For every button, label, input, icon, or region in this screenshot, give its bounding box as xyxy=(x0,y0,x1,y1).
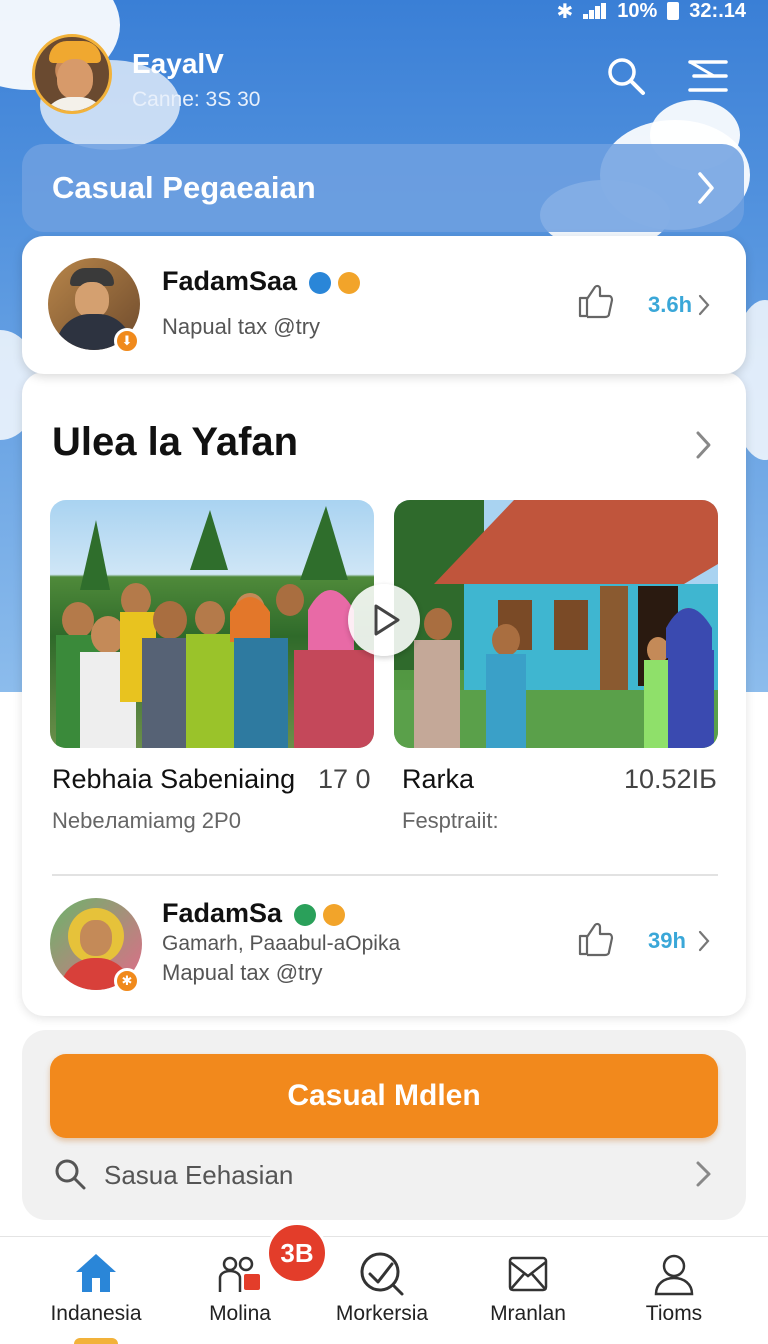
nav-label: Indanesia xyxy=(50,1302,142,1325)
signal-icon xyxy=(583,3,607,19)
video-thumbnail[interactable] xyxy=(394,500,718,748)
clock: 32:.14 xyxy=(689,0,746,22)
battery-icon xyxy=(667,2,680,20)
people-icon xyxy=(218,1256,260,1292)
nav-item-messages[interactable]: Mranlan xyxy=(458,1248,598,1338)
divider xyxy=(52,874,718,876)
avatar[interactable] xyxy=(32,34,112,114)
chevron-right-icon xyxy=(696,1161,711,1187)
chevron-right-icon xyxy=(698,294,710,316)
user-name: EayalV xyxy=(132,48,224,79)
promo-banner[interactable]: Casual Pegaeaian xyxy=(22,144,744,232)
group-photo xyxy=(56,506,374,748)
nav-item-profile[interactable]: Tioms xyxy=(604,1248,744,1338)
video-title[interactable]: Rebhaia Sabeniaing xyxy=(52,764,295,795)
nav-label: Molina xyxy=(209,1302,271,1325)
nav-label: Morkersia xyxy=(335,1302,429,1325)
nav-label: Tioms xyxy=(645,1302,703,1325)
nav-label: Mranlan xyxy=(490,1302,566,1325)
thumbs-up-icon[interactable] xyxy=(576,282,614,320)
video-thumbnail[interactable] xyxy=(50,500,374,748)
nav-item-home[interactable]: Indanesia xyxy=(26,1248,166,1338)
explore-icon xyxy=(360,1252,404,1296)
like-count[interactable]: 39h xyxy=(648,928,686,954)
verified-icon xyxy=(308,271,331,294)
user-subtitle: Canne: 3S 30 xyxy=(132,88,261,111)
like-count[interactable]: 3.6h xyxy=(648,292,692,318)
post-author: FadamSaa xyxy=(162,266,361,297)
status-bar: ✱ 10% 32:.14 xyxy=(556,0,746,23)
active-tab-indicator xyxy=(74,1338,118,1344)
house-photo xyxy=(394,500,718,748)
play-button[interactable] xyxy=(348,584,420,656)
bluetooth-icon: ✱ xyxy=(556,0,574,23)
post-card[interactable]: ⬇ FadamSaa Napual tax @try 3.6h xyxy=(22,236,746,374)
battery-percent: 10% xyxy=(617,0,658,22)
video-meta: 17 0 xyxy=(318,764,371,794)
video-title[interactable]: Rarka xyxy=(402,764,474,795)
post-author: FadamSa xyxy=(162,898,346,929)
thumbs-up-icon[interactable] xyxy=(576,920,614,958)
home-icon xyxy=(76,1254,116,1292)
search-input[interactable]: Sasua Eehasian xyxy=(104,1160,293,1191)
chevron-right-icon xyxy=(698,172,714,204)
post-author-name: FadamSa xyxy=(162,898,283,928)
section-title: Ulea la Yafan xyxy=(52,420,299,464)
section-more-chevron-icon[interactable] xyxy=(694,430,714,460)
badge-icon: ⬇ xyxy=(114,328,140,354)
search-icon[interactable] xyxy=(604,54,648,98)
post-line2: Mapual tax @try xyxy=(162,960,323,985)
nav-item-explore[interactable]: Morkersia xyxy=(312,1248,452,1338)
award-icon xyxy=(323,903,346,926)
badge-icon: ✱ xyxy=(114,968,140,994)
post-subtitle: Napual tax @try xyxy=(162,314,321,339)
video-subtitle: Fesptraiit: xyxy=(402,808,499,833)
search-icon xyxy=(55,1159,86,1190)
post-line1: Gamarh, Paaabul-aOpika xyxy=(162,932,401,955)
banner-title: Casual Pegaeaian xyxy=(52,170,316,205)
verified-icon xyxy=(293,903,316,926)
play-icon xyxy=(374,604,400,636)
video-meta: 10.52IБ xyxy=(624,764,717,794)
video-subtitle: Nebeлamiamg 2P0 xyxy=(52,808,241,833)
post-author-name: FadamSaa xyxy=(162,266,298,296)
primary-cta-button[interactable]: Casual Mdlen xyxy=(50,1054,718,1138)
award-icon xyxy=(338,271,361,294)
user-icon xyxy=(654,1254,694,1296)
menu-icon[interactable] xyxy=(686,54,730,98)
mail-icon xyxy=(508,1256,548,1292)
chevron-right-icon xyxy=(698,930,710,952)
